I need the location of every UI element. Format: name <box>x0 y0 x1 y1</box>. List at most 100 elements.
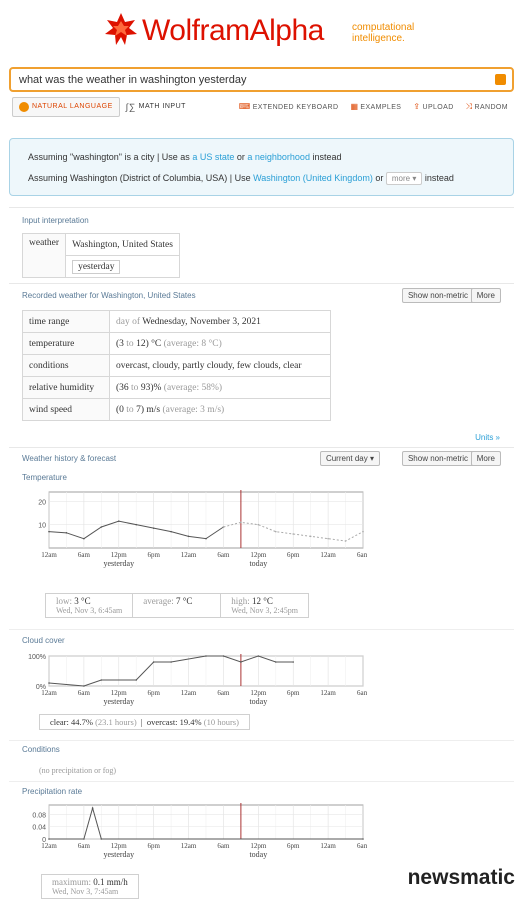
tab-natural-language[interactable]: NATURAL LANGUAGE <box>12 96 120 117</box>
search-submit-icon[interactable] <box>495 74 506 85</box>
x-tick-label: 6am <box>78 551 91 559</box>
x-tick-label: 12pm <box>250 551 267 559</box>
x-tick-label: 12pm <box>250 689 267 697</box>
data-point <box>274 661 277 663</box>
pod-title: Input interpretation <box>22 216 89 225</box>
assumptions-box: Assuming "washington" is a city | Use as… <box>9 138 514 196</box>
precip-max: maximum: 0.1 mm/h Wed, Nov 3, 7:45am <box>52 877 128 896</box>
data-point <box>48 682 50 684</box>
table-row: relative humidity (36 to 93)% (average: … <box>22 376 331 399</box>
x-tick-label: 12am <box>181 551 197 559</box>
us-state-link[interactable]: a US state <box>192 152 234 162</box>
temp-low: low: 3 °C Wed, Nov 3, 6:45am <box>46 594 134 617</box>
recorded-table: time range day of Wednesday, November 3,… <box>22 310 331 421</box>
data-point <box>362 838 364 840</box>
data-point <box>257 655 260 657</box>
recorded-weather-pod: Recorded weather for Washington, United … <box>9 283 514 443</box>
math-input-icon: ∫∑ <box>125 101 136 112</box>
divider <box>9 781 514 782</box>
x-tick-label: 6pm <box>287 689 300 697</box>
upload-button[interactable]: ⇪ UPLOAD <box>413 102 453 112</box>
keyboard-icon: ⌨ <box>238 102 251 111</box>
x-tick-label: 12pm <box>111 689 128 697</box>
units-link[interactable]: Units » <box>475 433 500 442</box>
data-point <box>222 526 225 528</box>
table-row: time range day of Wednesday, November 3,… <box>22 310 331 333</box>
chevron-down-icon: ▾ <box>369 454 374 463</box>
current-day-dropdown[interactable]: Current day ▾ <box>319 451 380 466</box>
shuffle-icon: ⤨ <box>465 102 473 111</box>
interpretation-table: weather Washington, United States yester… <box>21 233 180 278</box>
assumption-line-2: Assuming Washington (District of Columbi… <box>28 172 454 185</box>
neighborhood-link[interactable]: a neighborhood <box>247 152 310 162</box>
wolframalpha-logo[interactable]: WolframAlpha <box>142 14 324 48</box>
interp-when-cell: yesterday <box>65 255 180 278</box>
search-query-text[interactable]: what was the weather in washington yeste… <box>19 74 246 86</box>
conditions-title: Conditions <box>22 745 60 754</box>
x-tick-label: 6pm <box>147 551 160 559</box>
tab-math-input[interactable]: ∫∑ MATH INPUT <box>120 98 192 116</box>
data-point <box>257 523 260 526</box>
temperature-chart: 10 20 12am 6am 12pm 6pm 12am 6am 12pm 6pm 12am 6am y… <box>38 490 367 568</box>
y-tick-label: 100% <box>28 654 46 661</box>
data-point <box>292 661 295 663</box>
temperature-stats: low: 3 °C Wed, Nov 3, 6:45am average: 7 °… <box>45 593 309 618</box>
x-tick-label: 6pm <box>287 551 300 559</box>
x-tick-label: 12pm <box>111 842 128 850</box>
y-tick-label: 20 <box>38 499 46 506</box>
x-tick-label: 6am <box>217 689 230 697</box>
x-tick-label: 6am <box>357 842 367 850</box>
x-tick-label: 12am <box>41 551 57 559</box>
cloud-clear: clear: 44.7% (23.1 hours) | overcast: 19… <box>50 717 239 727</box>
natural-language-icon <box>19 101 29 112</box>
data-point <box>327 537 329 540</box>
x-tick-label: 12am <box>320 842 336 850</box>
examples-button[interactable]: ▦ EXAMPLES <box>350 102 401 112</box>
data-point <box>205 655 207 657</box>
x-tick-label: 6am <box>357 551 367 559</box>
data-point <box>222 655 225 657</box>
show-non-metric-button[interactable]: Show non-metric <box>401 288 474 303</box>
upload-icon: ⇪ <box>413 102 421 111</box>
precipitation-title: Precipitation rate <box>22 787 83 796</box>
conditions-value: (no precipitation or fog) <box>39 766 117 775</box>
data-point <box>100 679 103 681</box>
cloud-cover-chart: 0%100%12am 6am 12pm 6pm 12am 6am 12pm 6pm 12am 6a… <box>28 654 367 706</box>
y-tick-label: 0.08 <box>32 812 46 819</box>
y-tick-label: 0.04 <box>32 825 46 832</box>
interp-value: Washington, United States <box>65 233 180 256</box>
x-tick-label: 6pm <box>287 842 300 850</box>
show-non-metric-button[interactable]: Show non-metric <box>401 451 474 466</box>
chevron-down-icon: ▾ <box>412 174 417 183</box>
data-point <box>344 540 347 542</box>
temp-average: average: 7 °C <box>133 594 222 617</box>
data-point <box>48 838 50 840</box>
assumption-line-1: Assuming "washington" is a city | Use as… <box>28 152 342 162</box>
more-button[interactable]: More <box>470 451 501 466</box>
more-dropdown[interactable]: more ▾ <box>385 172 423 185</box>
data-point <box>65 532 68 534</box>
more-button[interactable]: More <box>470 288 501 303</box>
x-tick-label: 6am <box>357 689 367 697</box>
x-tick-label: 12am <box>181 689 197 697</box>
data-point <box>48 530 50 533</box>
grid-icon: ▦ <box>350 102 359 111</box>
day-label: yesterday <box>103 559 134 568</box>
temp-high: high: 12 °C Wed, Nov 3, 2:45pm <box>231 596 298 615</box>
x-tick-label: 6am <box>78 842 91 850</box>
x-tick-label: 12am <box>320 551 336 559</box>
random-button[interactable]: ⤨ RANDOM <box>466 102 508 112</box>
day-label: today <box>249 559 267 568</box>
washington-uk-link[interactable]: Washington (United Kingdom) <box>253 173 373 183</box>
wolfram-star-icon <box>105 13 137 45</box>
search-input[interactable]: what was the weather in washington yeste… <box>9 67 514 92</box>
toolbar: ⌨ EXTENDED KEYBOARD ▦ EXAMPLES ⇪ UPLOAD ⤨ RA… <box>239 102 508 112</box>
extended-keyboard-button[interactable]: ⌨ EXTENDED KEYBOARD <box>239 102 339 112</box>
precipitation-chart: 00.040.0812am 6am 12pm 6pm 12am 6am 12pm 6pm 12a… <box>32 803 367 859</box>
input-interpretation-pod: Input interpretation weather Washington,… <box>9 207 514 283</box>
x-tick-label: 6am <box>217 551 230 559</box>
data-point <box>292 533 295 535</box>
x-tick-label: 6pm <box>147 842 160 850</box>
x-tick-label: 6am <box>217 842 230 850</box>
data-point <box>152 527 155 529</box>
